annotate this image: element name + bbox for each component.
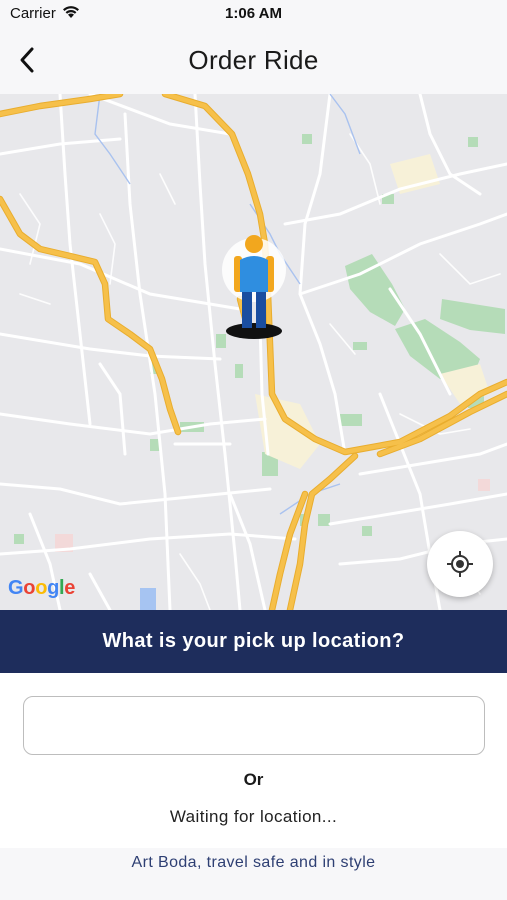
pickup-banner: What is your pick up location?: [0, 610, 507, 673]
crosshair-icon: [447, 551, 473, 577]
location-status: Waiting for location...: [169, 807, 338, 826]
footer: Art Boda, travel safe and in style: [0, 848, 507, 900]
map-view[interactable]: Google: [0, 94, 507, 610]
footer-tagline: Art Boda, travel safe and in style: [131, 854, 376, 871]
status-time: 1:06 AM: [225, 5, 282, 22]
person-icon: [222, 235, 286, 339]
google-logo: Google: [8, 577, 75, 600]
map-tiles: [0, 94, 507, 610]
google-logo-text: Google: [8, 577, 76, 599]
pickup-prompt: What is your pick up location?: [102, 630, 405, 652]
navigation-bar: Order Ride: [0, 28, 507, 94]
or-divider-label: Or: [243, 770, 264, 789]
my-location-button[interactable]: [427, 531, 493, 597]
pickup-location-input[interactable]: [23, 696, 485, 755]
status-bar: Carrier 1:06 AM: [0, 0, 507, 28]
page-title: Order Ride: [188, 45, 319, 75]
